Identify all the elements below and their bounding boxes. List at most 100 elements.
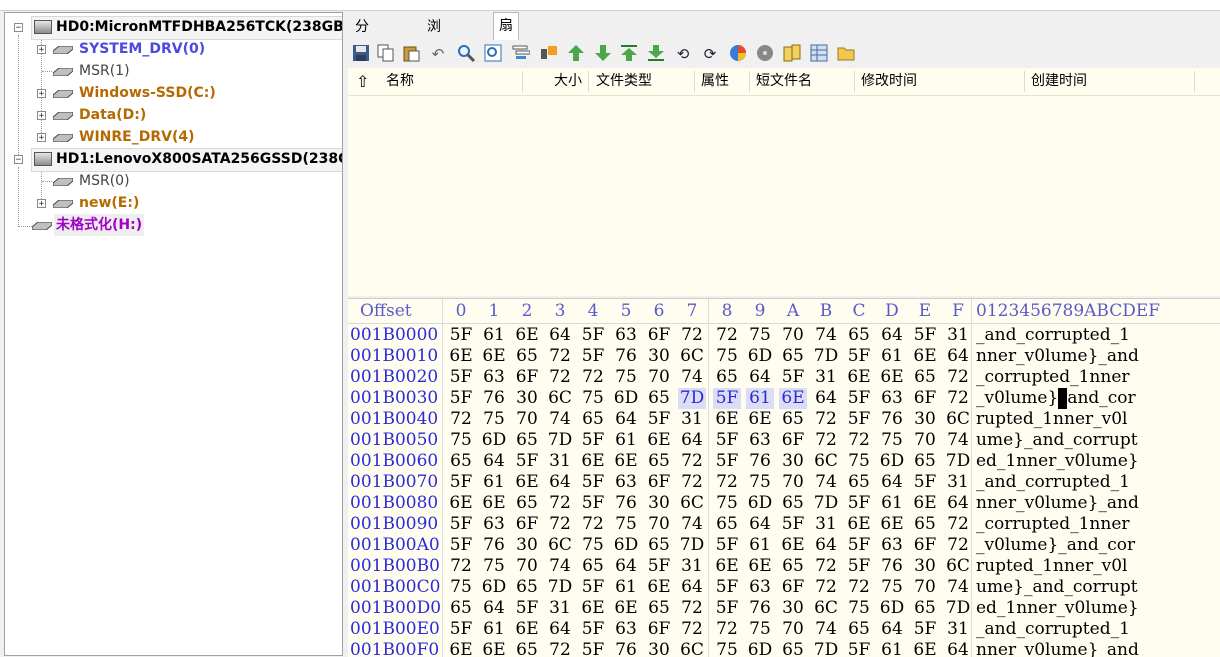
ascii-text[interactable]: _v0lume} and_cor: [976, 388, 1136, 409]
hex-byte[interactable]: 6D: [480, 577, 508, 598]
hex-row[interactable]: 001B00E0 5F 61 6E 64 5F 63 6F 72 72 75 70 74 65 64 5F 31…: [348, 619, 1220, 640]
hex-byte[interactable]: 6E: [480, 640, 508, 657]
hex-byte[interactable]: 65: [447, 598, 475, 619]
hex-byte[interactable]: 6D: [878, 451, 906, 472]
hex-byte[interactable]: 30: [911, 556, 939, 577]
hex-byte[interactable]: 72: [845, 577, 873, 598]
hex-byte[interactable]: 30: [513, 535, 541, 556]
hex-byte[interactable]: 6E: [480, 346, 508, 367]
hex-byte[interactable]: 7D: [678, 535, 706, 556]
hex-byte[interactable]: 74: [546, 556, 574, 577]
hex-byte[interactable]: 5F: [579, 346, 607, 367]
tab-browse-files[interactable]: 浏览文件: [422, 14, 446, 113]
up-icon[interactable]: [566, 44, 586, 64]
tree-item-msr1[interactable]: MSR(1): [79, 60, 130, 82]
hex-byte[interactable]: 65: [911, 367, 939, 388]
hex-byte[interactable]: 75: [612, 367, 640, 388]
hex-row[interactable]: 001B0060 65 64 5F 31 6E 6E 65 72 5F 76 30 6C 75 6D 65 7D…: [348, 451, 1220, 472]
hex-byte[interactable]: 5F: [845, 388, 873, 409]
hex-byte[interactable]: 6E: [513, 619, 541, 640]
hex-row[interactable]: 001B00A0 5F 76 30 6C 75 6D 65 7D 5F 61 6E 64 5F 63 6F 72…: [348, 535, 1220, 556]
tab-partition-params[interactable]: 分区参数: [350, 14, 374, 113]
hex-byte[interactable]: 65: [845, 472, 873, 493]
hex-byte[interactable]: 65: [645, 388, 673, 409]
hex-byte[interactable]: 5F: [779, 367, 807, 388]
hex-byte[interactable]: 6E: [746, 409, 774, 430]
hex-byte[interactable]: 7D: [812, 346, 840, 367]
hex-byte[interactable]: 63: [612, 325, 640, 346]
hex-byte[interactable]: 6F: [911, 535, 939, 556]
hex-byte[interactable]: 72: [546, 640, 574, 657]
hex-byte[interactable]: 31: [678, 556, 706, 577]
hex-byte[interactable]: 6C: [944, 556, 972, 577]
hex-byte[interactable]: 5F: [579, 577, 607, 598]
hex-byte[interactable]: 72: [546, 493, 574, 514]
disk-tree[interactable]: − HD0:MicronMTFDHBA256TCK(238GB) + SYSTE…: [4, 12, 343, 656]
ascii-text[interactable]: _corrupted_1nner: [976, 367, 1130, 388]
hex-byte[interactable]: 63: [480, 367, 508, 388]
hex-byte[interactable]: 64: [944, 346, 972, 367]
hex-byte[interactable]: 31: [944, 619, 972, 640]
hex-byte[interactable]: 75: [878, 430, 906, 451]
hex-byte[interactable]: 72: [447, 556, 475, 577]
hex-byte[interactable]: 75: [447, 577, 475, 598]
hex-byte[interactable]: 70: [645, 367, 673, 388]
hex-byte[interactable]: 5F: [845, 640, 873, 657]
hex-byte[interactable]: 61: [746, 388, 774, 409]
hex-byte[interactable]: 75: [746, 472, 774, 493]
expand-icon[interactable]: +: [37, 45, 46, 55]
hex-byte[interactable]: 31: [944, 325, 972, 346]
hex-byte[interactable]: 5F: [911, 325, 939, 346]
tree-item-new-e[interactable]: new(E:): [79, 192, 139, 214]
hex-byte[interactable]: 75: [579, 535, 607, 556]
hex-byte[interactable]: 6D: [746, 640, 774, 657]
hex-byte[interactable]: 65: [779, 409, 807, 430]
hex-byte[interactable]: 31: [812, 514, 840, 535]
hex-byte[interactable]: 5F: [713, 535, 741, 556]
hex-byte[interactable]: 6D: [480, 430, 508, 451]
ascii-text[interactable]: _corrupted_1nner: [976, 514, 1130, 535]
hex-byte[interactable]: 76: [612, 346, 640, 367]
hex-byte[interactable]: 5F: [513, 598, 541, 619]
hex-byte[interactable]: 75: [845, 451, 873, 472]
tree-item-hd1[interactable]: HD1:LenovoX800SATA256GSSD(238G: [56, 148, 342, 170]
hex-byte[interactable]: 7D: [812, 640, 840, 657]
hex-byte[interactable]: 64: [944, 493, 972, 514]
hex-byte[interactable]: 5F: [911, 472, 939, 493]
hex-byte[interactable]: 76: [612, 493, 640, 514]
copy-sector-icon[interactable]: [782, 44, 802, 64]
hex-byte[interactable]: 6C: [546, 535, 574, 556]
hex-byte[interactable]: 65: [645, 535, 673, 556]
hex-byte[interactable]: 6E: [513, 325, 541, 346]
hex-byte[interactable]: 6E: [845, 367, 873, 388]
column-size[interactable]: 大小: [554, 68, 582, 95]
hex-byte[interactable]: 75: [579, 388, 607, 409]
hex-byte[interactable]: 61: [480, 325, 508, 346]
hex-byte[interactable]: 30: [645, 640, 673, 657]
hex-byte[interactable]: 5F: [579, 640, 607, 657]
ascii-text[interactable]: rupted_1nner_v0l: [976, 409, 1128, 430]
first-icon[interactable]: [619, 44, 639, 64]
tree-item-windows-ssd[interactable]: Windows-SSD(C:): [79, 82, 216, 104]
tree-item-hd0[interactable]: HD0:MicronMTFDHBA256TCK(238GB): [56, 16, 342, 38]
hex-byte[interactable]: 5F: [845, 493, 873, 514]
hex-row[interactable]: 001B00C0 75 6D 65 7D 5F 61 6E 64 5F 63 6F 72 72 75 70 74…: [348, 577, 1220, 598]
hex-byte[interactable]: 75: [480, 409, 508, 430]
ascii-text[interactable]: nner_v0lume}_and: [976, 493, 1139, 514]
hex-byte[interactable]: 7D: [546, 430, 574, 451]
hex-editor[interactable]: Offset 0123456789ABCDEF 0123456789ABCDEF…: [348, 298, 1220, 657]
hex-byte[interactable]: 6D: [746, 493, 774, 514]
hex-byte[interactable]: 61: [878, 640, 906, 657]
hex-byte[interactable]: 72: [845, 430, 873, 451]
hex-byte[interactable]: 64: [746, 367, 774, 388]
hex-byte[interactable]: 5F: [845, 409, 873, 430]
hex-byte[interactable]: 65: [579, 556, 607, 577]
hex-byte[interactable]: 6F: [911, 388, 939, 409]
hex-byte[interactable]: 72: [579, 514, 607, 535]
hex-byte[interactable]: 5F: [713, 577, 741, 598]
hex-byte[interactable]: 61: [612, 430, 640, 451]
hex-byte[interactable]: 65: [779, 493, 807, 514]
hex-byte[interactable]: 63: [878, 388, 906, 409]
hex-byte[interactable]: 74: [546, 409, 574, 430]
hex-byte[interactable]: 61: [746, 535, 774, 556]
